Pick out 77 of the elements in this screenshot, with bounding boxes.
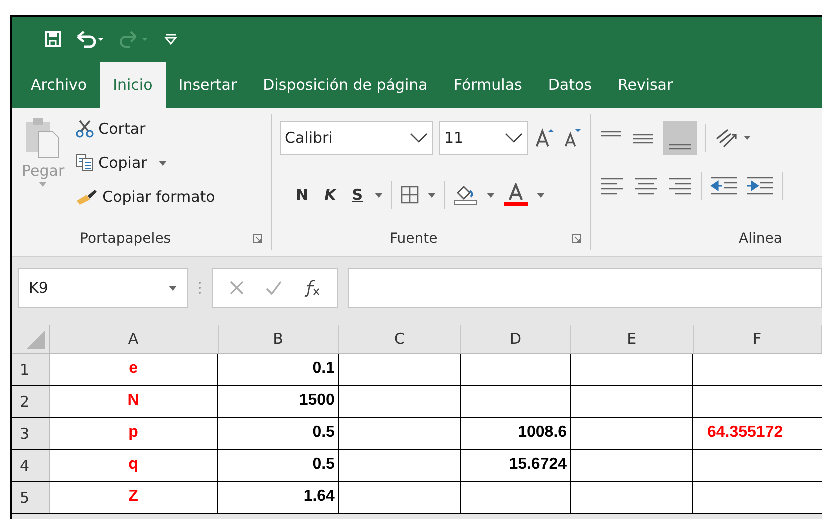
orientation-icon[interactable] xyxy=(714,127,754,149)
italic-button[interactable]: K xyxy=(320,184,340,206)
caret-icon[interactable] xyxy=(537,192,545,198)
row-header[interactable]: 2 xyxy=(12,386,50,417)
group-label: Alinea xyxy=(739,231,782,247)
caret-icon xyxy=(159,160,168,166)
row-header[interactable]: 4 xyxy=(12,450,50,481)
ribbon-tab[interactable]: Inicio xyxy=(100,62,166,108)
cut-button[interactable]: Cortar xyxy=(72,114,218,144)
formula-field[interactable] xyxy=(348,268,822,308)
cell-value: e xyxy=(129,360,138,377)
caret-icon[interactable] xyxy=(428,192,436,198)
row-header[interactable]: 3 xyxy=(12,418,50,449)
drag-handle-icon[interactable] xyxy=(198,281,202,295)
column-header[interactable]: F xyxy=(694,325,822,353)
caret-icon[interactable] xyxy=(487,192,495,198)
cell-value: 0.1 xyxy=(312,360,335,377)
undo-icon[interactable] xyxy=(76,30,106,48)
format-painter-button[interactable]: Copiar formato xyxy=(72,182,218,212)
paintbrush-icon xyxy=(74,187,99,207)
chevron-icon[interactable] xyxy=(410,133,428,143)
caret-icon[interactable] xyxy=(169,286,177,290)
ribbon-tab[interactable]: Disposición de página xyxy=(250,62,441,108)
cell-value: Z xyxy=(128,488,138,505)
copy-button[interactable]: Copiar xyxy=(72,148,218,178)
fill-color-icon[interactable] xyxy=(453,184,479,206)
checkmark-icon[interactable] xyxy=(265,280,283,296)
increase-indent-icon[interactable] xyxy=(746,176,774,196)
save-icon[interactable] xyxy=(44,30,62,48)
ribbon-tab[interactable]: Fórmulas xyxy=(440,62,536,108)
caret-icon[interactable] xyxy=(375,192,383,198)
underline-button[interactable]: S xyxy=(348,184,367,206)
cell-value: 0.5 xyxy=(312,424,335,441)
bold-button[interactable]: N xyxy=(292,184,313,206)
column-header[interactable]: B xyxy=(218,325,339,353)
copy-icon xyxy=(74,153,95,173)
clipboard-icon xyxy=(25,116,62,160)
ribbon-tab[interactable]: Insertar xyxy=(166,62,250,108)
align-center-icon[interactable] xyxy=(633,177,659,195)
caret-icon xyxy=(39,182,48,187)
group-label: Portapapeles xyxy=(80,231,172,247)
triangle-icon xyxy=(26,331,45,349)
decrease-indent-icon[interactable] xyxy=(710,176,738,196)
column-header[interactable]: A xyxy=(50,325,218,353)
cell-value: q xyxy=(128,456,138,473)
dialog-launcher-icon[interactable] xyxy=(253,234,263,244)
font-color-icon[interactable] xyxy=(503,183,529,207)
font-name-field[interactable]: Calibri xyxy=(280,121,434,155)
group-label: Fuente xyxy=(390,231,438,247)
cell-value: p xyxy=(128,424,138,441)
row-header[interactable]: 5 xyxy=(12,482,50,513)
scissors-icon xyxy=(74,119,95,139)
ribbon-tab[interactable]: Datos xyxy=(535,62,605,108)
ribbon-tab[interactable]: Archivo xyxy=(18,62,100,108)
dialog-launcher-icon[interactable] xyxy=(572,234,582,244)
align-right-icon[interactable] xyxy=(667,177,693,195)
cell-value: 64.355172 xyxy=(707,424,784,441)
chevron-icon[interactable] xyxy=(504,133,523,143)
row-header[interactable]: 1 xyxy=(12,354,50,385)
cell-value: 1008.6 xyxy=(518,424,568,441)
align-left-icon[interactable] xyxy=(599,177,625,195)
customize-dropdown-icon[interactable] xyxy=(164,32,178,46)
column-header[interactable]: D xyxy=(461,325,572,353)
cell-value: 1500 xyxy=(299,392,335,409)
function-icon[interactable] xyxy=(303,279,321,297)
column-header[interactable]: C xyxy=(339,325,462,353)
borders-icon[interactable] xyxy=(400,185,420,205)
align-bottom-icon[interactable] xyxy=(663,121,697,155)
cell-value: 15.6724 xyxy=(509,456,568,473)
cell-value: 1.64 xyxy=(304,488,335,505)
cell-value: 0.5 xyxy=(312,456,335,473)
font-size-field[interactable]: 11 xyxy=(439,121,528,155)
increase-font-icon[interactable] xyxy=(534,127,555,149)
column-header[interactable]: E xyxy=(571,325,694,353)
cell-value: N xyxy=(128,392,140,409)
name-box[interactable]: K9 xyxy=(18,268,188,308)
ribbon-tab[interactable]: Revisar xyxy=(604,62,686,108)
